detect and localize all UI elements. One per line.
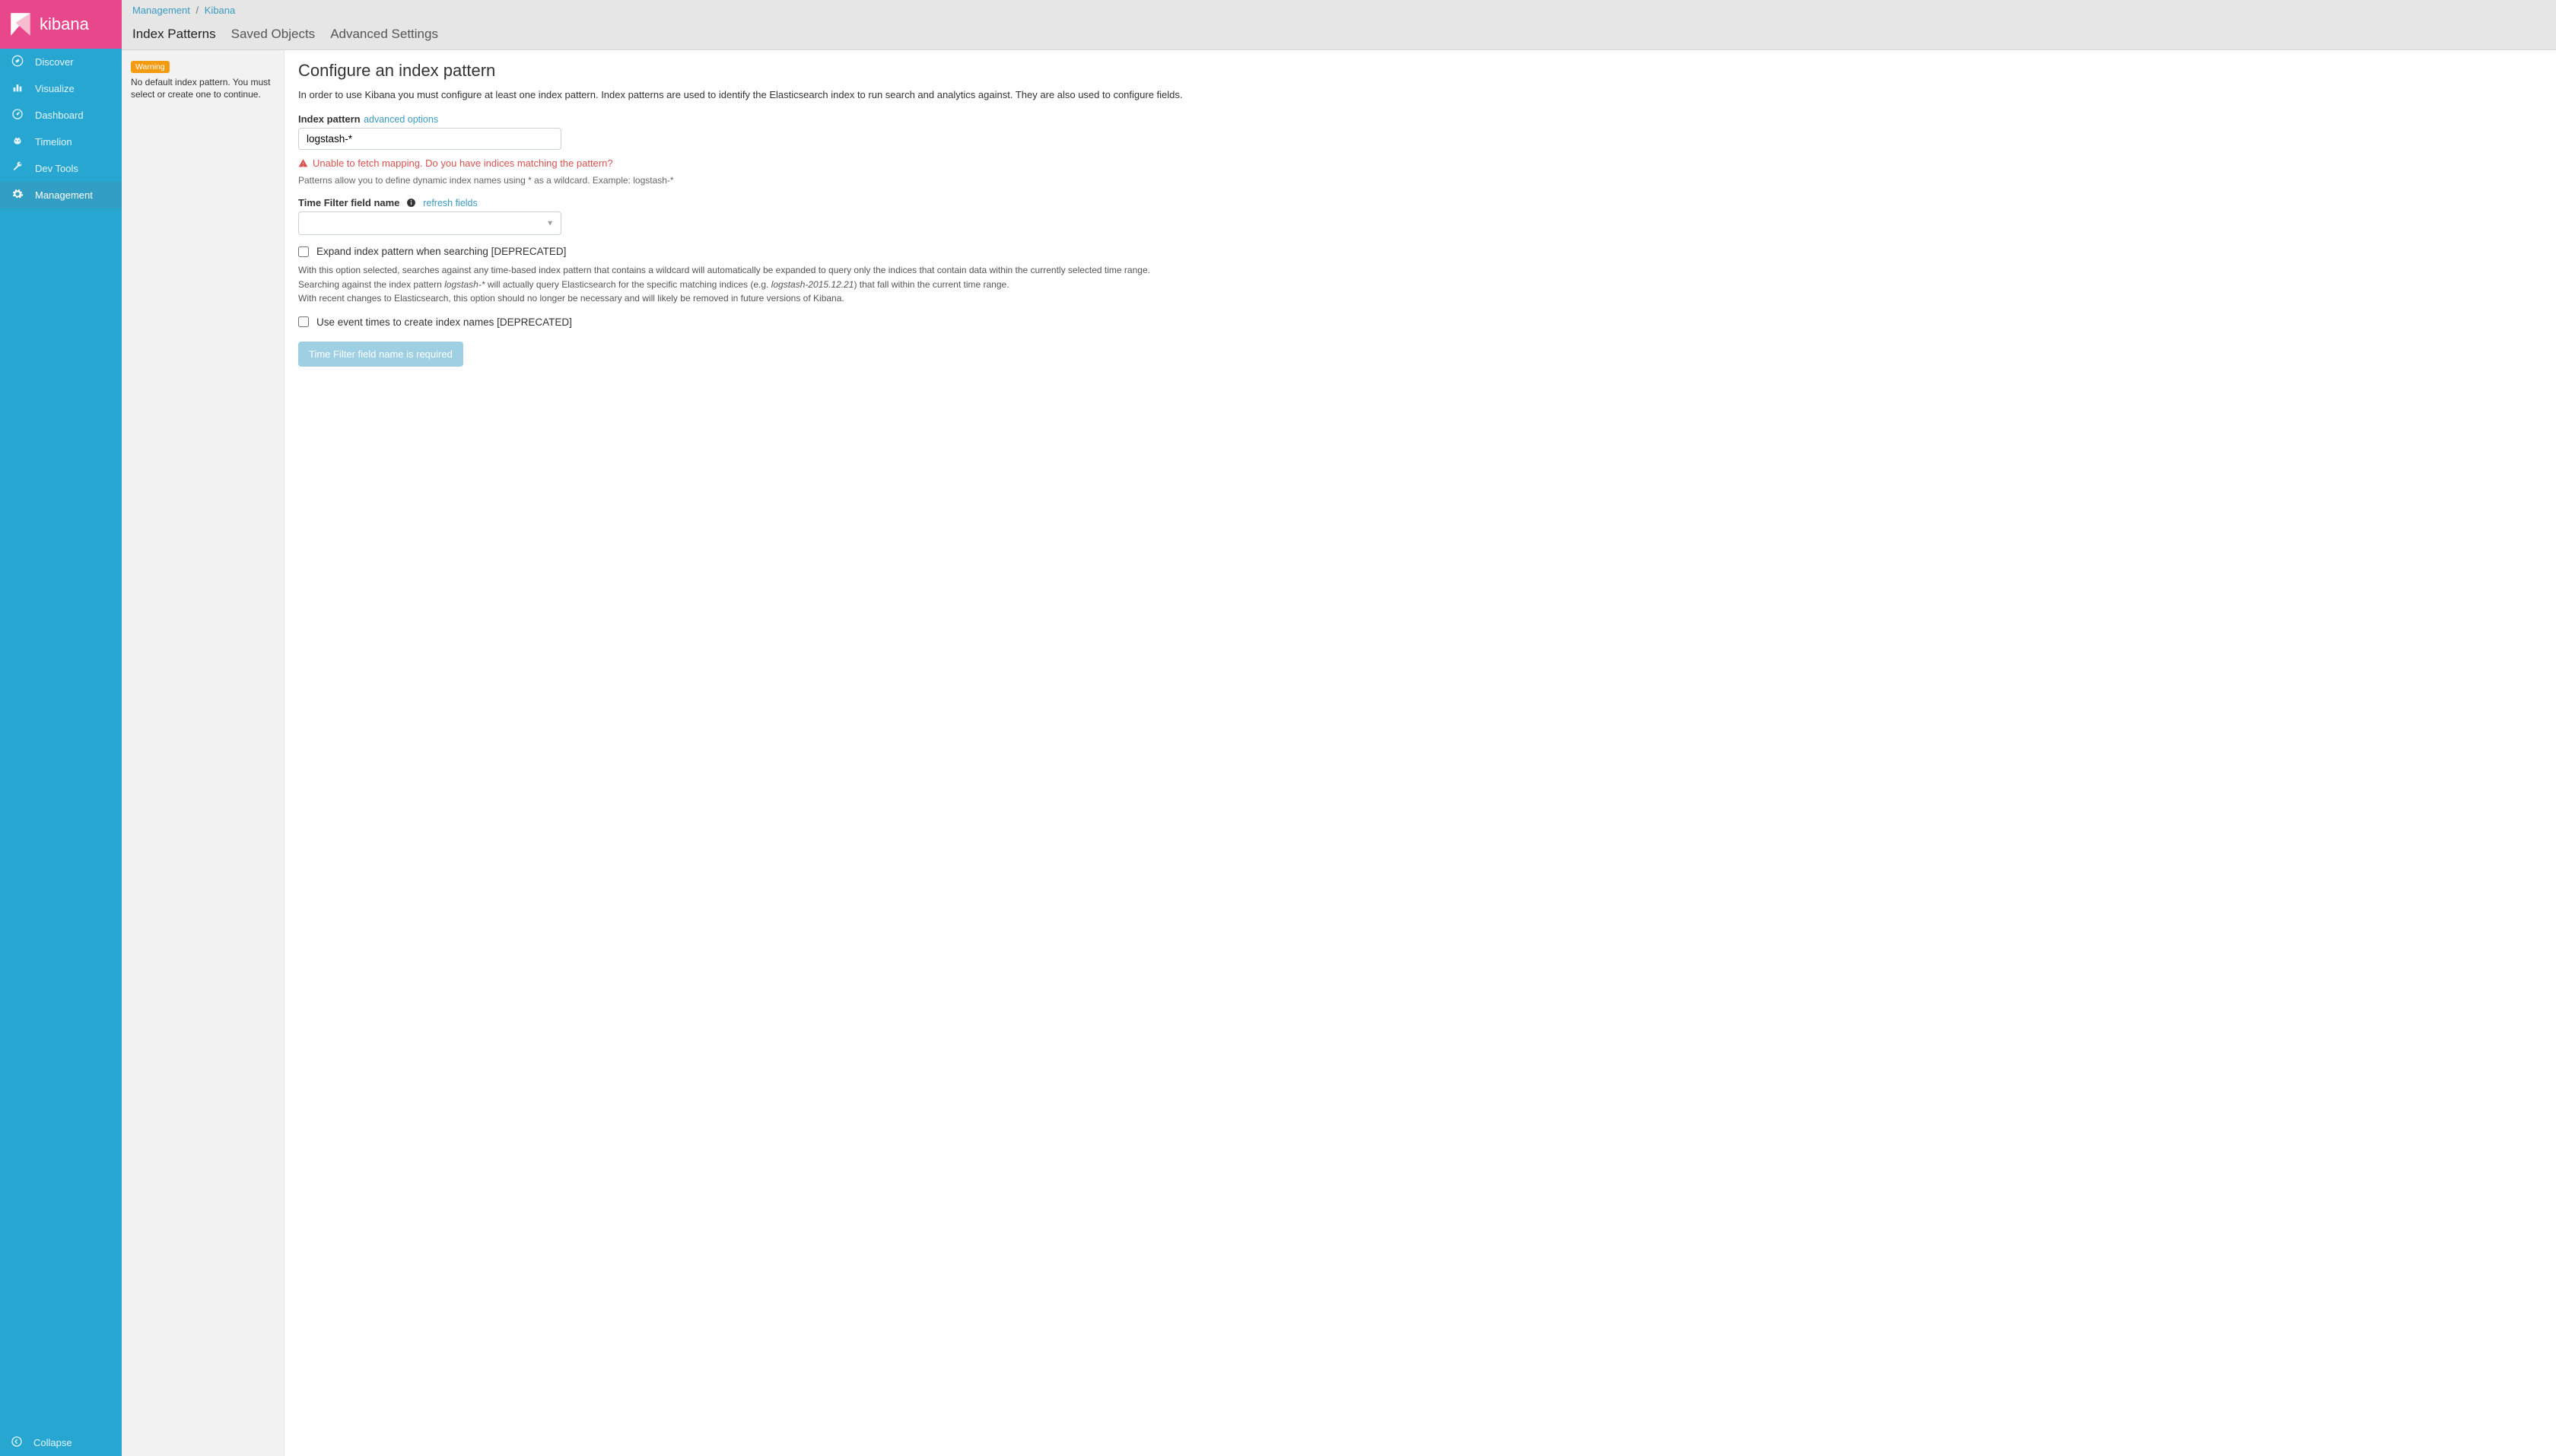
index-pattern-label: Index pattern: [298, 113, 361, 125]
time-filter-label: Time Filter field name: [298, 197, 399, 208]
expand-info-3: With recent changes to Elasticsearch, th…: [298, 291, 2542, 306]
nav-label: Dashboard: [35, 110, 84, 121]
warning-badge: Warning: [131, 61, 170, 73]
nav-dashboard[interactable]: Dashboard: [0, 102, 122, 129]
event-times-checkbox[interactable]: [298, 316, 309, 327]
nav-label: Management: [35, 189, 93, 201]
brand-label: kibana: [40, 14, 89, 34]
timelion-icon: [11, 135, 24, 149]
collapse-icon: [11, 1435, 23, 1450]
info-icon: [406, 198, 416, 208]
index-pattern-error-text: Unable to fetch mapping. Do you have ind…: [313, 157, 613, 169]
nav-discover[interactable]: Discover: [0, 49, 122, 75]
create-button[interactable]: Time Filter field name is required: [298, 342, 463, 367]
page-title: Configure an index pattern: [298, 61, 2542, 81]
breadcrumb-sep: /: [196, 5, 199, 16]
nav-label: Visualize: [35, 83, 75, 94]
kibana-logo[interactable]: kibana: [0, 0, 122, 49]
nav-label: Timelion: [35, 136, 72, 148]
expand-info-1: With this option selected, searches agai…: [298, 263, 2542, 278]
refresh-fields-link[interactable]: refresh fields: [423, 198, 478, 208]
compass-icon: [11, 55, 24, 69]
nav-label: Discover: [35, 56, 74, 68]
bar-chart-icon: [11, 81, 24, 96]
nav-visualize[interactable]: Visualize: [0, 75, 122, 102]
nav-management[interactable]: Management: [0, 182, 122, 208]
event-times-label[interactable]: Use event times to create index names [D…: [316, 316, 572, 328]
index-pattern-helper: Patterns allow you to define dynamic ind…: [298, 175, 2542, 186]
expand-info-2: Searching against the index pattern logs…: [298, 278, 2542, 292]
collapse-label: Collapse: [33, 1437, 72, 1448]
page-intro: In order to use Kibana you must configur…: [298, 88, 2542, 102]
nav-devtools[interactable]: Dev Tools: [0, 155, 122, 182]
gauge-icon: [11, 108, 24, 122]
nav-collapse[interactable]: Collapse: [0, 1429, 122, 1456]
warning-text: No default index pattern. You must selec…: [131, 76, 275, 100]
kibana-logo-icon: [8, 11, 33, 37]
index-pattern-input[interactable]: [298, 128, 561, 150]
time-filter-select[interactable]: [298, 211, 561, 235]
warning-panel: Warning No default index pattern. You mu…: [122, 50, 285, 1456]
tab-saved-objects[interactable]: Saved Objects: [231, 22, 316, 49]
tab-index-patterns[interactable]: Index Patterns: [132, 22, 216, 49]
expand-checkbox[interactable]: [298, 246, 309, 257]
breadcrumb-management[interactable]: Management: [132, 5, 190, 16]
expand-label[interactable]: Expand index pattern when searching [DEP…: [316, 246, 566, 257]
breadcrumb: Management / Kibana: [132, 5, 2545, 16]
index-pattern-error: Unable to fetch mapping. Do you have ind…: [298, 157, 2542, 169]
breadcrumb-kibana[interactable]: Kibana: [205, 5, 235, 16]
wrench-icon: [11, 161, 24, 176]
nav-timelion[interactable]: Timelion: [0, 129, 122, 155]
tab-advanced-settings[interactable]: Advanced Settings: [330, 22, 438, 49]
gear-icon: [11, 188, 24, 202]
warning-icon: [298, 158, 308, 168]
advanced-options-link[interactable]: advanced options: [364, 114, 438, 125]
nav-label: Dev Tools: [35, 163, 78, 174]
